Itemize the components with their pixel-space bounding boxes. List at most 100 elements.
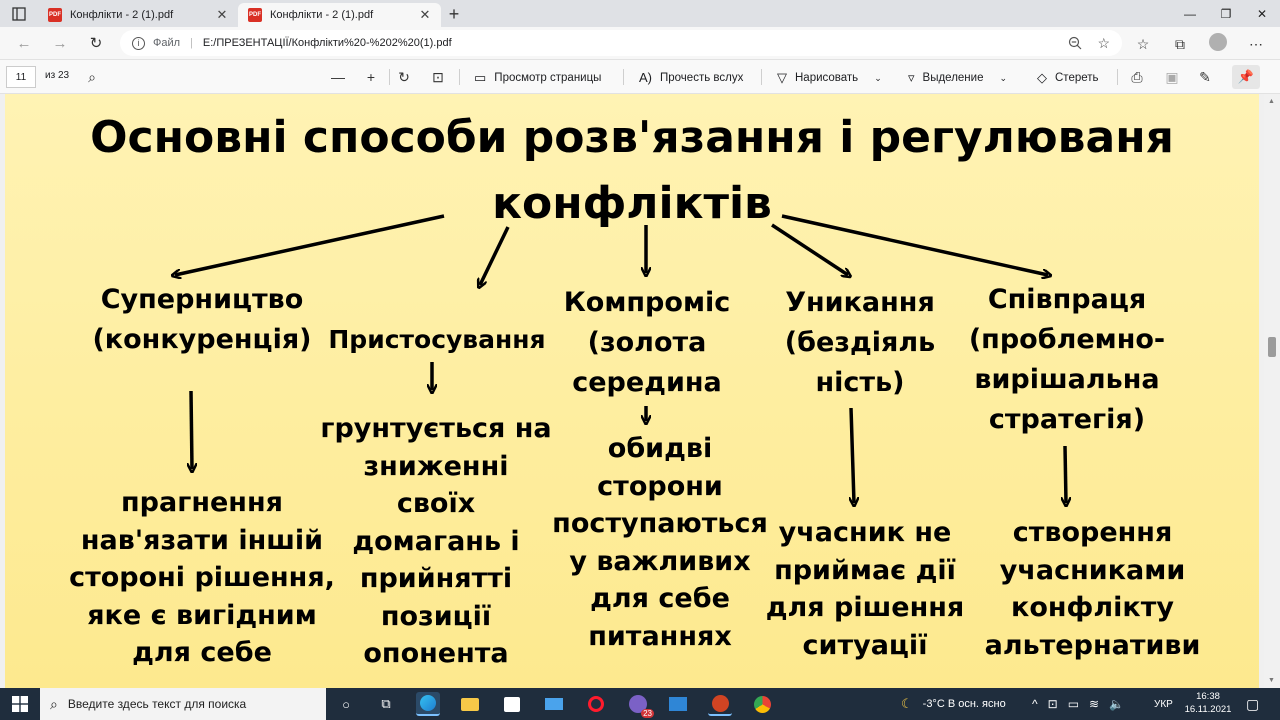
clock-time: 16:38	[1196, 691, 1220, 702]
draw-button[interactable]: ▽ Нарисовать ⌄	[777, 70, 882, 86]
notifications-icon[interactable]: ▢	[1246, 696, 1259, 713]
volume-icon[interactable]: 🔈	[1109, 697, 1124, 711]
network-app-icon[interactable]: ⊡	[1048, 697, 1058, 711]
desc-line: конфлікту	[1011, 592, 1174, 623]
cortana-icon[interactable]: ○	[334, 692, 358, 716]
new-tab-button[interactable]: +	[444, 4, 464, 24]
desc-line: домагань і	[352, 525, 520, 557]
zoom-out-icon[interactable]: —	[329, 68, 347, 86]
powerpoint-icon[interactable]	[708, 692, 732, 716]
back-button[interactable]: ←	[14, 33, 34, 53]
url-field[interactable]: i Файл | E:/ПРЕЗЕНТАЦІЇ/Конфлікти%20-%20…	[120, 30, 1122, 56]
zoom-in-icon[interactable]: +	[362, 68, 380, 86]
heading-line: вирішальна	[974, 364, 1160, 395]
close-icon[interactable]: ✕	[214, 7, 230, 23]
toolbar-divider	[459, 69, 460, 85]
collections-icon[interactable]: ⧉	[1171, 35, 1189, 53]
arrow-rivalry-desc	[191, 390, 192, 469]
weather-widget[interactable]: ☾ -3°C В осн. ясно	[901, 688, 1006, 720]
info-icon[interactable]: i	[132, 36, 145, 50]
teams-icon[interactable]: 23	[626, 692, 654, 718]
arrow-to-adaptation	[480, 226, 510, 285]
refresh-button[interactable]: ↻	[86, 33, 106, 53]
rotate-icon[interactable]: ↻	[395, 68, 413, 86]
heading-line: Пристосування	[328, 325, 546, 354]
heading-line: Компроміс	[563, 287, 731, 318]
pdf-viewer: Основні способи розв'язання і регулюваня…	[0, 94, 1264, 688]
scroll-up-icon[interactable]: ▲	[1268, 98, 1275, 105]
heading-line: Уникання	[785, 287, 935, 318]
avatar[interactable]	[1209, 33, 1227, 51]
maximize-button[interactable]: ❐	[1208, 0, 1244, 27]
desc-cooperation: створення учасниками конфлікту альтернат…	[980, 514, 1205, 664]
chrome-icon[interactable]	[750, 692, 774, 716]
arrow-to-rivalry	[175, 214, 445, 275]
arrow-avoidance-desc	[851, 407, 854, 503]
tab-strip: PDF Конфлікти - 2 (1).pdf ✕ PDF Конфлікт…	[0, 0, 1280, 27]
forward-button[interactable]: →	[50, 33, 70, 53]
pin-toolbar-icon[interactable]: 📌	[1232, 65, 1260, 89]
heading-cooperation: Співпраця (проблемно- вирішальна стратег…	[957, 280, 1177, 440]
mail-icon[interactable]	[542, 692, 566, 716]
desc-line: у важливих	[569, 545, 751, 577]
chevron-down-icon[interactable]: ⌄	[874, 73, 882, 84]
page-view-button[interactable]: ▭ Просмотр страницы	[474, 70, 601, 86]
chevron-down-icon[interactable]: ⌄	[999, 73, 1007, 84]
erase-label: Стереть	[1055, 72, 1099, 84]
desc-line: для себе	[132, 637, 272, 668]
eraser-icon: ◇	[1037, 70, 1047, 85]
save-as-icon[interactable]: ✎	[1196, 68, 1214, 86]
save-icon[interactable]: ▣	[1163, 68, 1181, 86]
clock-date: 16.11.2021	[1184, 704, 1232, 715]
photos-icon[interactable]	[666, 692, 690, 716]
close-window-button[interactable]: ✕	[1244, 0, 1280, 27]
chevron-up-icon[interactable]: ^	[1032, 697, 1038, 711]
scroll-thumb[interactable]	[1268, 337, 1276, 357]
task-view-icon[interactable]: ⧉	[374, 692, 398, 716]
desc-line: зниженні	[363, 450, 509, 482]
scroll-down-icon[interactable]: ▼	[1268, 677, 1275, 684]
arrow-to-cooperation	[781, 214, 1048, 275]
clock[interactable]: 16:38 16.11.2021	[1180, 690, 1236, 716]
edge-icon[interactable]	[416, 692, 440, 716]
more-icon[interactable]: ⋯	[1247, 35, 1265, 53]
heading-avoidance: Уникання (бездіяль ність)	[765, 283, 955, 403]
print-icon[interactable]: ⎙	[1128, 68, 1146, 86]
heading-compromise: Компроміс (золота середина	[547, 283, 747, 403]
draw-icon: ▽	[777, 70, 787, 85]
tab-2[interactable]: PDF Конфлікти - 2 (1).pdf ✕	[238, 3, 441, 27]
vertical-scrollbar[interactable]: ▲ ▼	[1264, 94, 1280, 688]
close-icon[interactable]: ✕	[417, 7, 433, 23]
arrow-cooperation-desc	[1065, 445, 1066, 503]
zoom-icon[interactable]	[1068, 36, 1082, 50]
meet-now-icon[interactable]: ▭	[1068, 697, 1079, 711]
read-aloud-button[interactable]: A) Прочесть вслух	[639, 70, 743, 85]
language-indicator[interactable]: УКР	[1154, 688, 1173, 720]
desc-line: своїх	[396, 488, 476, 519]
highlight-button[interactable]: ▿ Выделение ⌄	[908, 70, 1007, 86]
start-button[interactable]	[0, 688, 40, 720]
opera-icon[interactable]	[584, 692, 608, 716]
desc-line: для себе	[590, 583, 730, 614]
tab-title: Конфлікти - 2 (1).pdf	[270, 9, 374, 21]
teams-badge: 23	[641, 709, 654, 718]
page-number-input[interactable]: 11	[6, 66, 36, 88]
add-favorite-icon[interactable]: ☆	[1097, 35, 1110, 52]
search-icon[interactable]: ⌕	[83, 68, 101, 86]
desc-avoidance: учасник не приймає дії для рішення ситуа…	[760, 514, 970, 664]
tab-1[interactable]: PDF Конфлікти - 2 (1).pdf ✕	[38, 3, 238, 27]
file-explorer-icon[interactable]	[458, 692, 482, 716]
fit-page-icon[interactable]: ⊡	[429, 68, 447, 86]
tab-actions-icon[interactable]	[10, 5, 28, 22]
taskbar-search[interactable]: ⌕ Введите здесь текст для поиска	[40, 688, 326, 720]
store-icon[interactable]	[500, 692, 524, 716]
wifi-icon[interactable]: ≋	[1089, 697, 1099, 711]
minimize-button[interactable]: —	[1172, 0, 1208, 27]
highlight-icon: ▿	[908, 70, 915, 85]
read-aloud-icon: A)	[639, 70, 652, 85]
pdf-toolbar: 11 из 23 ⌕ — + ↻ ⊡ ▭ Просмотр страницы A…	[0, 59, 1280, 94]
desc-compromise: обидві сторони поступаються у важливих д…	[545, 430, 775, 655]
erase-button[interactable]: ◇ Стереть	[1037, 70, 1099, 86]
favorites-icon[interactable]: ☆	[1134, 35, 1152, 53]
desc-line: поступаються	[552, 508, 768, 539]
